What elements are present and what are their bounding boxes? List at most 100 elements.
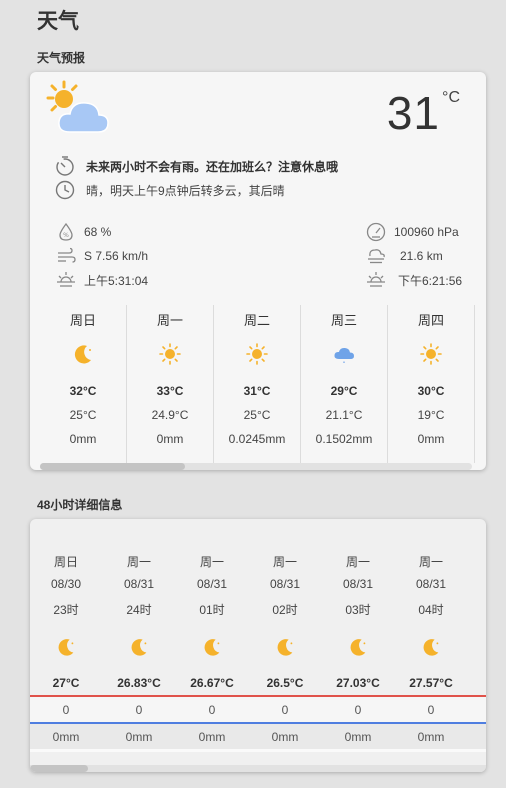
- forecast-day: 周四 30°C 19°C 0mm: [388, 305, 475, 463]
- forecast-section-label: 天气预报: [37, 51, 86, 65]
- pressure-metric: 100960 hPa: [366, 222, 459, 242]
- moon-icon: [131, 639, 147, 656]
- day-high-temp: 29°C: [330, 384, 358, 398]
- hour-date: 08/31: [415, 577, 447, 591]
- day-rainfall: 0mm: [156, 432, 184, 446]
- hour-temp: 27°C: [52, 676, 80, 690]
- day-high-temp: 30°C: [417, 384, 445, 398]
- sunset-metric: 下午6:21:56: [366, 270, 462, 290]
- hour-temp: 27.03°C: [336, 676, 380, 690]
- visibility-value: 21.6 km: [400, 249, 443, 263]
- hour-date: 08/31: [342, 577, 374, 591]
- hour-rain-prob: 0: [208, 703, 216, 717]
- day-low-temp: 19°C: [417, 408, 445, 422]
- day-rainfall: 0mm: [417, 432, 445, 446]
- temperature-unit: °C: [442, 89, 460, 106]
- visibility-metric: 21.6 km: [366, 246, 443, 266]
- hour-time: 02时: [272, 603, 298, 617]
- sun-icon: [246, 343, 268, 365]
- hour-rainfall: 0mm: [271, 730, 299, 744]
- wind-value: S 7.56 km/h: [84, 249, 149, 263]
- wind-icon: [58, 247, 76, 263]
- sunset-icon: [367, 272, 385, 287]
- wind-metric: S 7.56 km/h: [56, 246, 148, 266]
- hour-day: 周一: [126, 555, 151, 569]
- hour-rainfall: 0mm: [417, 730, 445, 744]
- daily-forecast-scrollbar[interactable]: [40, 463, 472, 470]
- day-high-temp: 33°C: [156, 384, 184, 398]
- day-high-temp: 32°C: [69, 384, 97, 398]
- forecast-day: 周三 29°C 21.1°C 0.1502mm: [301, 305, 388, 463]
- moon-icon: [350, 639, 366, 656]
- bottom-band: [30, 749, 486, 752]
- temperature-line: [30, 695, 486, 697]
- hour-day: 周一: [418, 555, 443, 569]
- day-name: 周二: [243, 313, 270, 328]
- hour-day: 周日: [53, 555, 78, 569]
- hour-temp: 26.67°C: [190, 676, 234, 690]
- day-low-temp: 24.9°C: [151, 408, 189, 422]
- day-name: 周四: [417, 313, 444, 328]
- moon-icon: [277, 639, 293, 656]
- hour-rainfall: 0mm: [344, 730, 372, 744]
- weather-description-text: 晴，明天上午9点钟后转多云，其后晴: [86, 183, 285, 198]
- stopwatch-icon: [56, 156, 74, 176]
- rain-summary-text: 未来两小时不会有雨。还在加班么？注意休息哦: [86, 159, 339, 174]
- moon-icon: [74, 345, 91, 364]
- moon-icon: [204, 639, 220, 656]
- page-title: 天气: [37, 10, 79, 33]
- day-high-temp: 31°C: [243, 384, 271, 398]
- hour-time: 24时: [126, 603, 152, 617]
- hour-time: 04时: [418, 603, 444, 617]
- svg-text:%: %: [63, 232, 69, 239]
- day-rainfall: 0.0245mm: [228, 432, 286, 446]
- gauge-icon: [366, 222, 386, 242]
- sun-icon: [420, 343, 442, 365]
- daily-forecast-scroll-thumb[interactable]: [40, 463, 185, 470]
- hour-day: 周一: [345, 555, 370, 569]
- hour-date: 08/30: [50, 577, 82, 591]
- hour-rain-prob: 0: [281, 703, 289, 717]
- daily-forecast-list[interactable]: 周日 32°C 25°C 0mm 周一 33°C 24.9°C 0mm 周二 3…: [40, 305, 480, 465]
- hour-time: 01时: [199, 603, 225, 617]
- rainfall-line: [30, 722, 486, 724]
- day-name: 周一: [156, 313, 183, 328]
- hour-rainfall: 0mm: [52, 730, 80, 744]
- moon-icon: [423, 639, 439, 656]
- hour-rain-prob: 0: [135, 703, 143, 717]
- humidity-metric: % 68 %: [56, 222, 111, 242]
- day-rainfall: 0mm: [69, 432, 97, 446]
- pressure-value: 100960 hPa: [394, 225, 459, 239]
- forecast-card: 31 °C 未来两小时不会有雨。还在加班么？注意休息哦 晴，明天上午9点钟后转多…: [30, 72, 486, 470]
- hourly-scroll-thumb[interactable]: [30, 765, 88, 772]
- day-low-temp: 25°C: [69, 408, 97, 422]
- partly-cloudy-icon: [46, 80, 109, 133]
- hourly-card: 周日 08/30 23时 27°C 0 0mm 周一 08/31 24时 26.…: [30, 519, 486, 772]
- weather-description-row: 晴，明天上午9点钟后转多云，其后晴: [54, 179, 285, 201]
- current-temperature: 31: [386, 87, 440, 139]
- moon-icon: [58, 639, 74, 656]
- forecast-day: 周日 32°C 25°C 0mm: [40, 305, 127, 463]
- hour-rainfall: 0mm: [198, 730, 226, 744]
- day-low-temp: 25°C: [243, 408, 271, 422]
- day-low-temp: 21.1°C: [325, 408, 363, 422]
- day-name: 周日: [69, 313, 96, 328]
- humidity-drop-icon: %: [59, 222, 73, 241]
- hour-rain-prob: 0: [427, 703, 435, 717]
- sunrise-icon: [57, 272, 75, 287]
- sun-icon: [159, 343, 181, 365]
- hour-date: 08/31: [196, 577, 228, 591]
- forecast-day: 周一 33°C 24.9°C 0mm: [127, 305, 214, 463]
- hour-rainfall: 0mm: [125, 730, 153, 744]
- fog-icon: [368, 249, 385, 264]
- hour-time: 03时: [345, 603, 371, 617]
- humidity-value: 68 %: [84, 225, 112, 239]
- sunset-value: 下午6:21:56: [398, 273, 463, 288]
- sunrise-metric: 上午5:31:04: [56, 270, 148, 290]
- hour-date: 08/31: [123, 577, 155, 591]
- sunrise-value: 上午5:31:04: [84, 273, 149, 288]
- day-name: 周三: [330, 313, 357, 328]
- hour-time: 23时: [53, 603, 79, 617]
- hourly-scrollbar[interactable]: [30, 765, 486, 772]
- hour-temp: 27.57°C: [409, 676, 453, 690]
